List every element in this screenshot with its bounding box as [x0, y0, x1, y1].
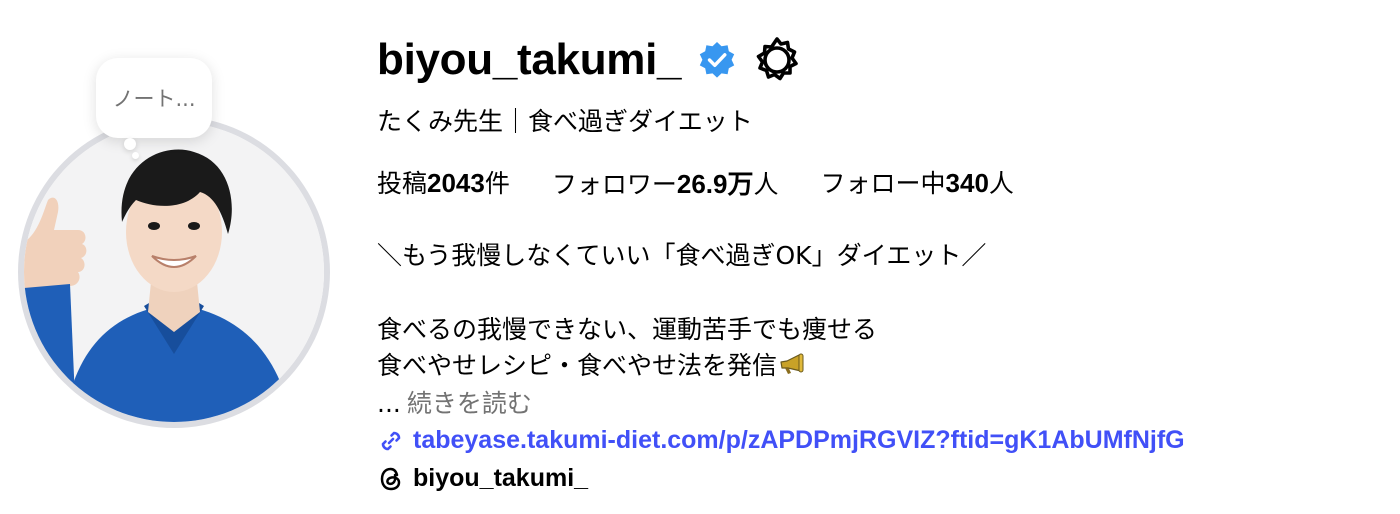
- profile-username: biyou_takumi_: [377, 35, 682, 84]
- threads-handle: biyou_takumi_: [413, 464, 589, 492]
- gear-icon[interactable]: [753, 36, 801, 84]
- note-text: ノート...: [112, 87, 196, 111]
- stat-following-value: 340: [945, 168, 989, 198]
- avatar-photo: [24, 122, 324, 422]
- stat-followers-unit: 人: [753, 170, 779, 199]
- note-bubble[interactable]: ノート...: [96, 58, 212, 138]
- stat-posts-value: 2043: [427, 168, 485, 198]
- stat-following-label: フォロー中: [820, 169, 946, 198]
- note-bubble-tail-small: [132, 152, 139, 159]
- stat-posts-unit: 件: [484, 169, 510, 198]
- stat-followers-value: 26.9万: [676, 169, 754, 199]
- stat-followers[interactable]: フォロワー26.9万人: [552, 164, 779, 201]
- avatar[interactable]: [24, 122, 324, 422]
- threads-icon: [377, 465, 405, 493]
- bio-line-3: 食べやせレシピ・食べやせ法を発信: [377, 346, 807, 382]
- profile-stats: 投稿2043件 フォロワー26.9万人 フォロー中340人: [377, 164, 1056, 201]
- stat-following[interactable]: フォロー中340人: [821, 164, 1014, 201]
- note-bubble-tail: [124, 138, 136, 150]
- read-more-ellipsis: ...: [377, 389, 401, 418]
- megaphone-icon: [779, 353, 807, 377]
- profile-full-name: たくみ先生｜食べ過ぎダイエット: [377, 107, 753, 136]
- read-more-row: ... 続きを読む: [377, 384, 532, 420]
- link-icon: [377, 427, 405, 455]
- threads-row[interactable]: biyou_takumi_: [377, 464, 588, 493]
- title-row: biyou_takumi_: [377, 30, 801, 90]
- stat-following-unit: 人: [988, 169, 1014, 198]
- profile-info: biyou_takumi_ たくみ先生｜食べ過ぎダイエット 投稿2043件 フォ…: [377, 0, 1387, 514]
- bio-line-3-text: 食べやせレシピ・食べやせ法を発信: [377, 351, 778, 380]
- stat-posts-label: 投稿: [377, 169, 428, 198]
- read-more-button[interactable]: 続きを読む: [407, 389, 532, 418]
- profile-link-row: tabeyase.takumi-diet.com/p/zAPDPmjRGVIZ?…: [377, 426, 1185, 455]
- profile-external-link[interactable]: tabeyase.takumi-diet.com/p/zAPDPmjRGVIZ?…: [413, 426, 1185, 455]
- verified-badge-icon: [697, 40, 737, 80]
- bio-line-1: ＼もう我慢しなくていい「食べ過ぎOK」ダイエット／: [377, 241, 987, 270]
- avatar-ring[interactable]: [18, 116, 330, 428]
- bio-line-2: 食べるの我慢できない、運動苦手でも痩せる: [377, 315, 878, 344]
- stat-followers-label: フォロワー: [551, 170, 677, 199]
- stat-posts: 投稿2043件: [377, 164, 510, 201]
